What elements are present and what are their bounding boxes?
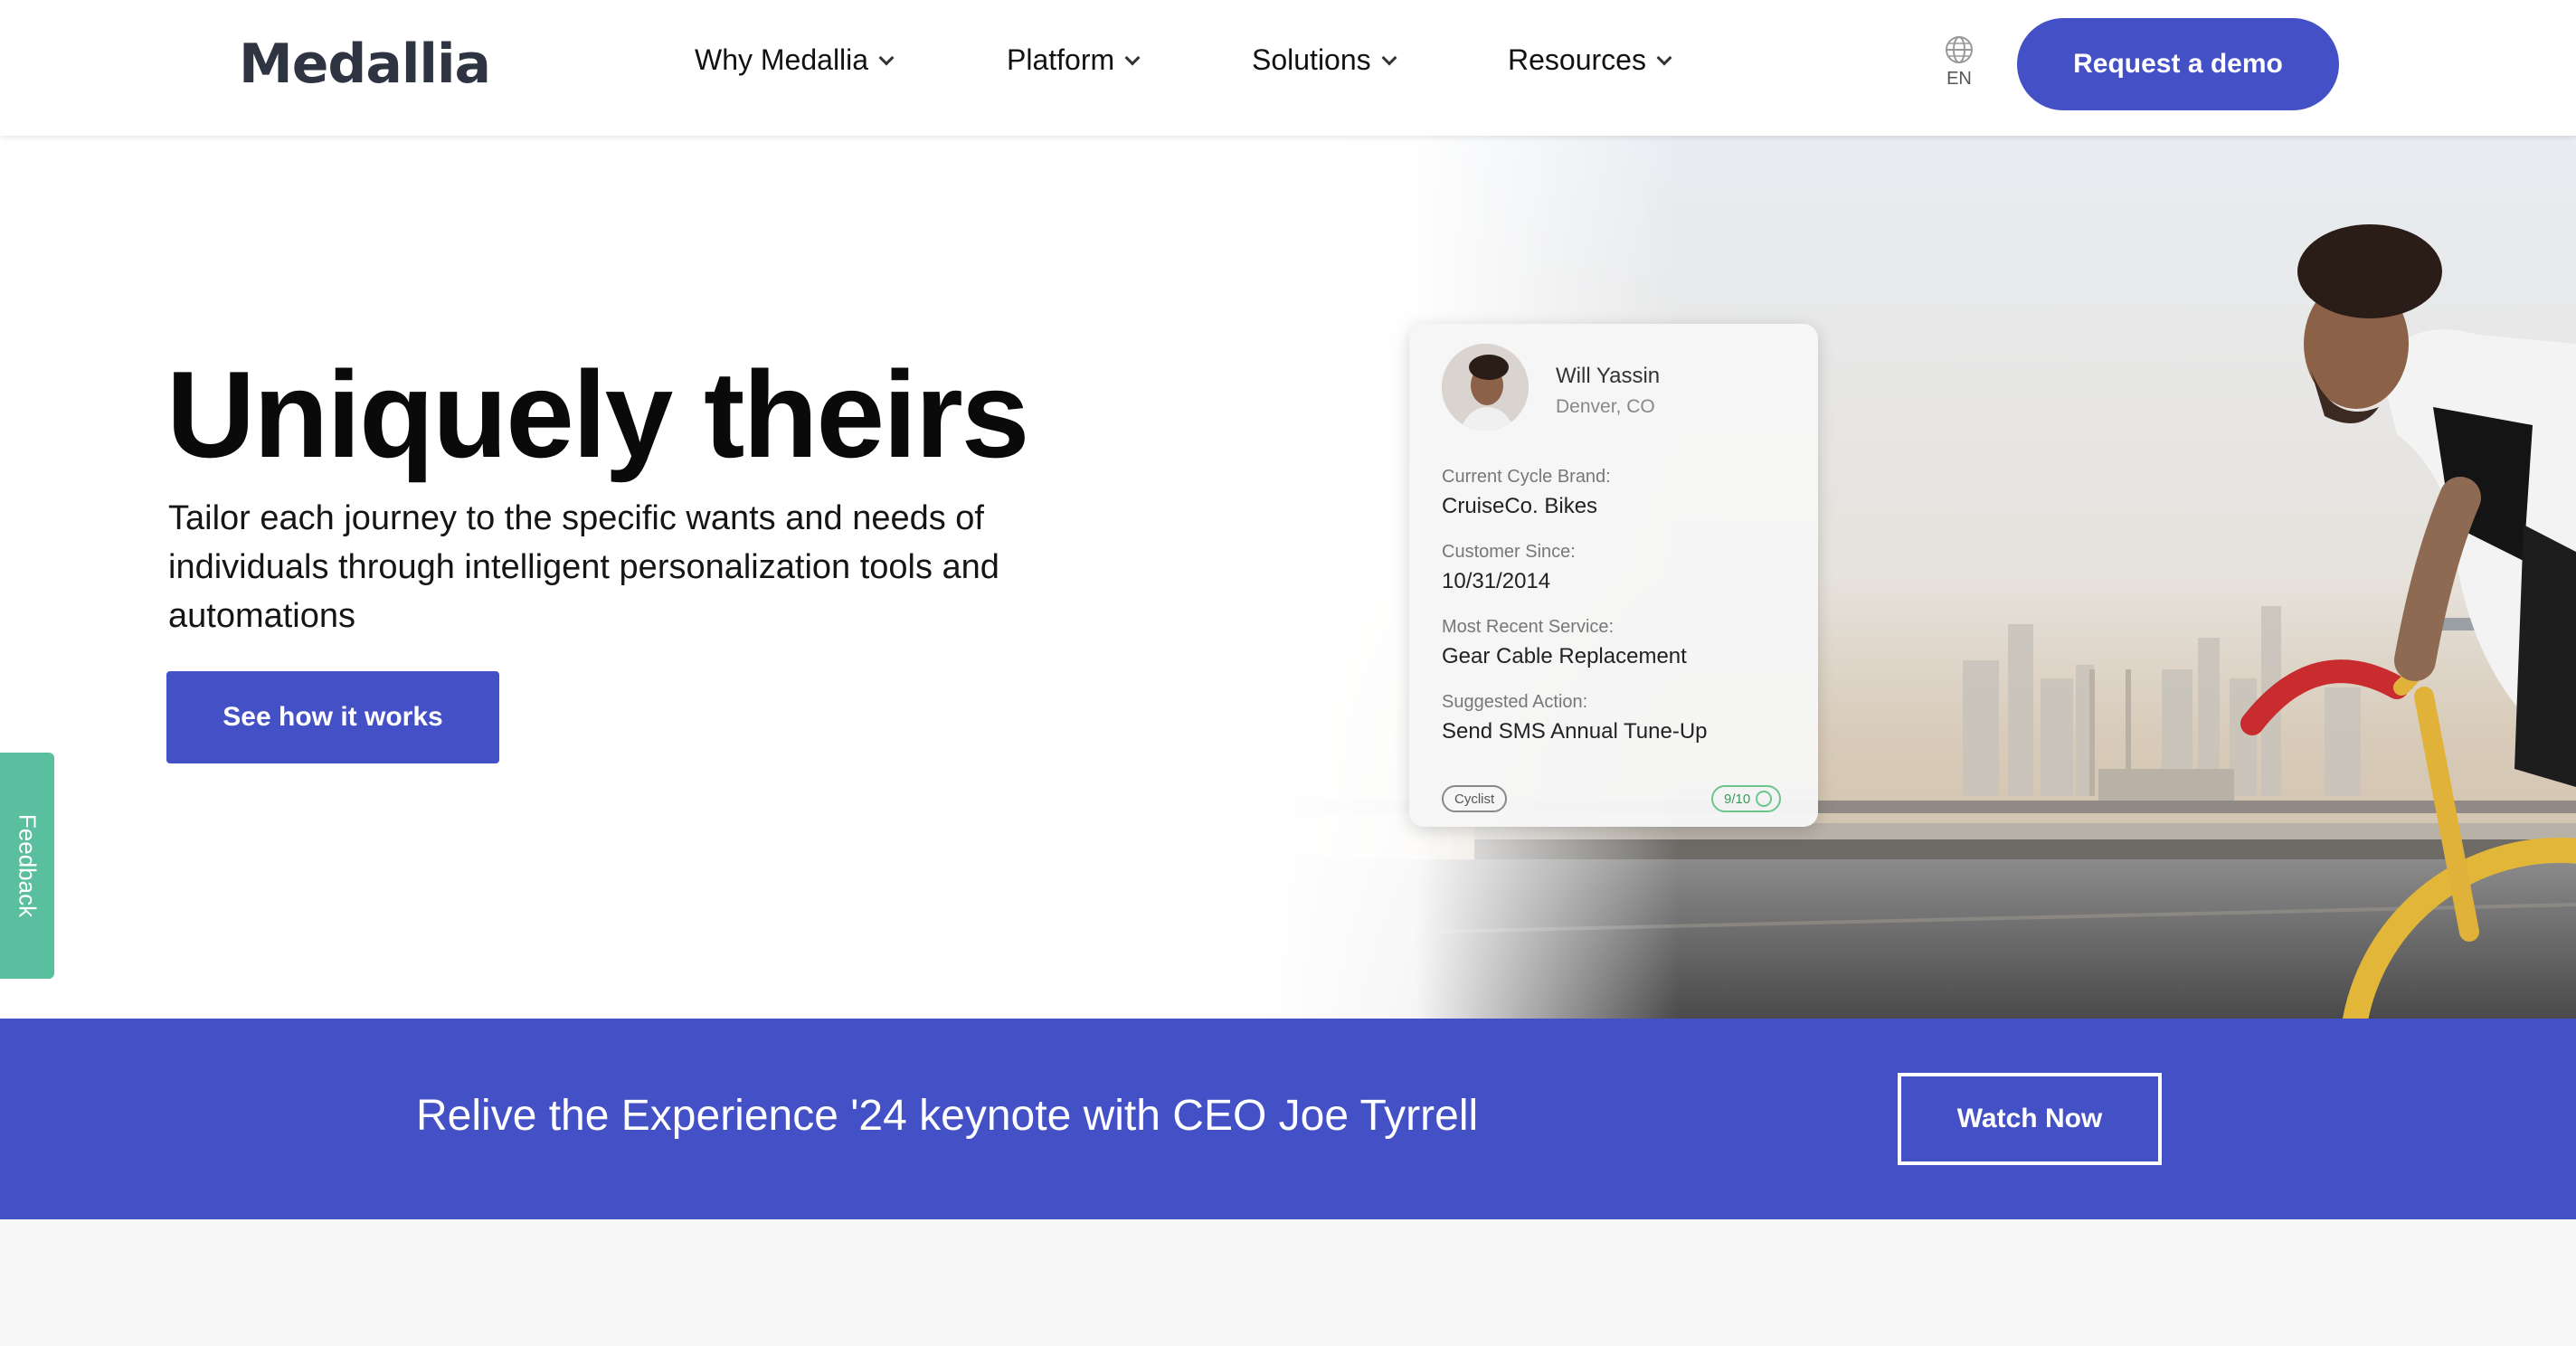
medallia-logo[interactable]: Medallia bbox=[239, 33, 491, 96]
field-label: Customer Since: bbox=[1442, 542, 1576, 562]
chevron-down-icon bbox=[878, 50, 895, 65]
chevron-down-icon bbox=[1381, 50, 1397, 65]
nav-resources[interactable]: Resources bbox=[1508, 43, 1672, 77]
nav-why-medallia[interactable]: Why Medallia bbox=[695, 43, 895, 77]
request-demo-button[interactable]: Request a demo bbox=[2017, 18, 2339, 110]
score-badge: 9/10 bbox=[1711, 785, 1782, 812]
next-section bbox=[0, 1219, 2576, 1346]
language-selector[interactable]: EN bbox=[1941, 34, 1977, 90]
feedback-label: Feedback bbox=[14, 813, 42, 918]
check-circle-icon bbox=[1756, 791, 1773, 807]
avatar bbox=[1442, 344, 1529, 431]
feedback-tab[interactable]: Feedback bbox=[0, 753, 54, 979]
hero-title: Uniquely theirs bbox=[166, 346, 1029, 483]
customer-name: Will Yassin bbox=[1556, 364, 1661, 388]
field-value: 10/31/2014 bbox=[1442, 569, 1551, 593]
banner-text: Relive the Experience '24 keynote with C… bbox=[416, 1092, 1479, 1140]
customer-location: Denver, CO bbox=[1556, 396, 1655, 417]
hero-subtitle: Tailor each journey to the specific want… bbox=[168, 499, 999, 635]
customer-profile-card: Will Yassin Denver, CO Current Cycle Bra… bbox=[1409, 324, 1818, 827]
language-label: EN bbox=[1946, 69, 1972, 89]
field-label: Suggested Action: bbox=[1442, 692, 1588, 712]
customer-tag: Cyclist bbox=[1442, 785, 1508, 812]
nav-label: Why Medallia bbox=[695, 43, 869, 76]
field-value: CruiseCo. Bikes bbox=[1442, 494, 1598, 518]
score-value: 9/10 bbox=[1724, 791, 1751, 807]
hero-section: Uniquely theirs Tailor each journey to t… bbox=[0, 136, 2576, 1019]
field-value: Send SMS Annual Tune-Up bbox=[1442, 719, 1708, 744]
field-value: Gear Cable Replacement bbox=[1442, 644, 1687, 668]
chevron-down-icon bbox=[1656, 50, 1672, 65]
watch-now-button[interactable]: Watch Now bbox=[1898, 1073, 2162, 1165]
keynote-banner: Relive the Experience '24 keynote with C… bbox=[0, 1019, 2576, 1219]
see-how-it-works-button[interactable]: See how it works bbox=[166, 671, 499, 763]
globe-icon bbox=[1946, 36, 1973, 63]
field-label: Most Recent Service: bbox=[1442, 617, 1615, 637]
nav-platform[interactable]: Platform bbox=[1007, 43, 1141, 77]
nav-label: Resources bbox=[1508, 43, 1646, 76]
nav-label: Solutions bbox=[1252, 43, 1371, 76]
site-header: Medallia Why Medallia Platform Solutions… bbox=[0, 0, 2576, 136]
nav-solutions[interactable]: Solutions bbox=[1252, 43, 1397, 77]
nav-label: Platform bbox=[1007, 43, 1115, 76]
chevron-down-icon bbox=[1124, 50, 1141, 65]
field-label: Current Cycle Brand: bbox=[1442, 467, 1611, 487]
